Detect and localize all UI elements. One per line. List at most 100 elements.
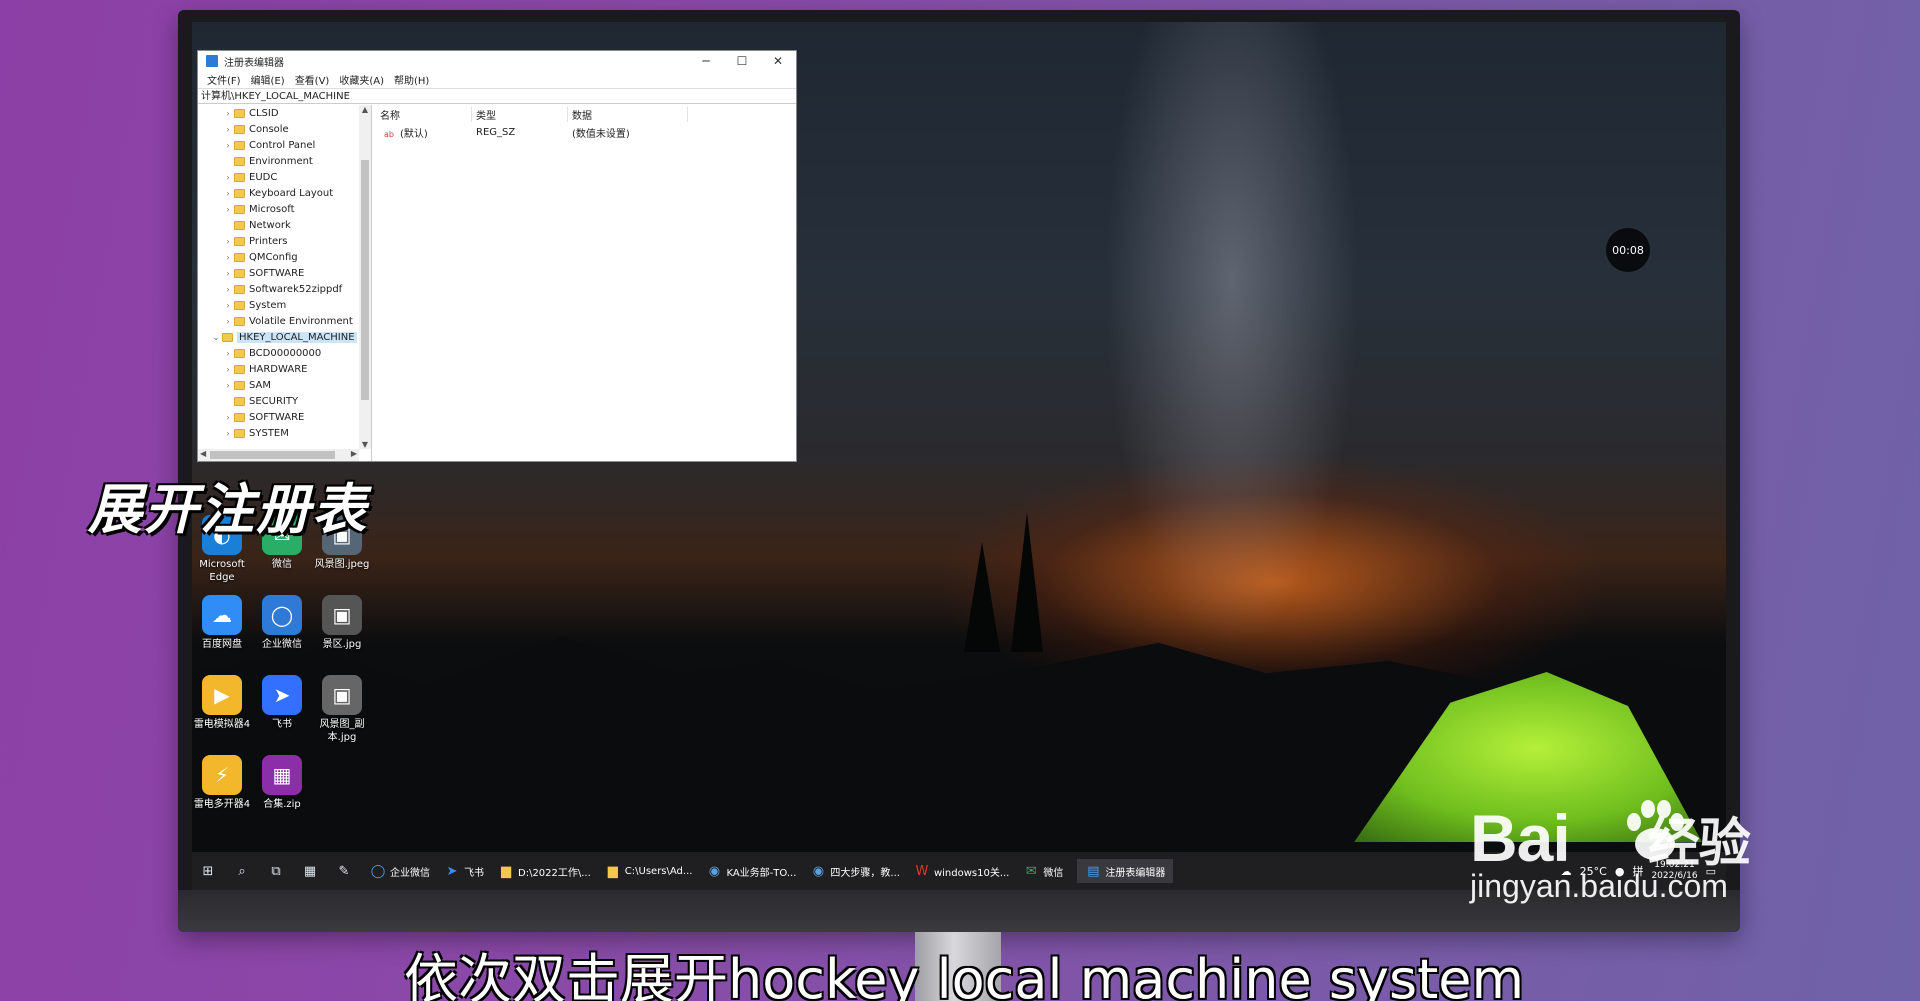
tree-key[interactable]: › SOFTWARE (198, 265, 371, 281)
chevron-right-icon[interactable]: › (222, 285, 234, 294)
taskbar-item[interactable]: ➤ 飞书 (444, 863, 484, 879)
column-name[interactable]: 名称 (376, 106, 472, 122)
folder-icon (234, 348, 245, 358)
chevron-right-icon[interactable]: › (222, 365, 234, 374)
taskbar-item[interactable]: ◉ 四大步骤，教... (810, 863, 900, 879)
column-type[interactable]: 类型 (472, 106, 568, 122)
minimize-button[interactable]: ─ (688, 51, 724, 71)
tree-key[interactable]: › Microsoft (198, 201, 371, 217)
desktop-shortcut[interactable]: ◯ 企业微信 (252, 595, 312, 651)
taskbar-item[interactable]: ◉ KA业务部-TO... (706, 863, 797, 879)
chevron-right-icon[interactable]: › (222, 173, 234, 182)
tree-key-selected[interactable]: ⌄ HKEY_LOCAL_MACHINE (198, 329, 371, 345)
menu-favorites[interactable]: 收藏夹(A) (339, 72, 384, 87)
sogou-browser-icon: ◉ (708, 863, 721, 879)
chevron-right-icon[interactable]: › (222, 429, 234, 438)
key-tree[interactable]: › CLSID › Console › Control Panel Environment ›… (198, 105, 372, 461)
folder-icon (234, 284, 245, 294)
chevron-right-icon[interactable]: › (222, 125, 234, 134)
chevron-right-icon[interactable]: › (222, 141, 234, 150)
taskbar-item[interactable]: ◯ 企业微信 (370, 863, 430, 879)
tree-key[interactable]: › Softwarek52zippdf (198, 281, 371, 297)
chevron-right-icon[interactable]: › (222, 381, 234, 390)
scroll-left-icon[interactable]: ◀ (200, 449, 206, 458)
wecom-icon: ◯ (370, 863, 386, 879)
taskbar-item[interactable]: ✉ 微信 (1023, 863, 1063, 879)
tree-key[interactable]: › Console (198, 121, 371, 137)
taskbar-item[interactable]: ▆ D:\2022工作\... (498, 863, 591, 879)
chevron-right-icon[interactable]: › (222, 189, 234, 198)
watermark-brand: Bai (1470, 801, 1571, 875)
menu-file[interactable]: 文件(F) (207, 72, 241, 87)
step-title: 展开注册表 (88, 478, 368, 541)
tree-key-label: QMConfig (249, 251, 298, 263)
desktop-shortcut[interactable]: ▶ 雷电模拟器4 (192, 675, 252, 731)
tree-horizontal-scrollbar[interactable]: ◀ ▶ (198, 449, 359, 461)
tree-key[interactable]: › System (198, 297, 371, 313)
tree-key[interactable]: › Keyboard Layout (198, 185, 371, 201)
taskbar-item[interactable]: ✎ (336, 863, 356, 879)
desktop-shortcut[interactable]: ▦ 合集.zip (252, 755, 312, 811)
taskbar-item[interactable]: ⌕ (234, 863, 254, 879)
desktop-shortcut[interactable]: ☁ 百度网盘 (192, 595, 252, 651)
tree-key[interactable]: › QMConfig (198, 249, 371, 265)
tree-key[interactable]: › Printers (198, 233, 371, 249)
chevron-right-icon[interactable]: › (222, 253, 234, 262)
scroll-right-icon[interactable]: ▶ (351, 449, 357, 458)
taskbar-item[interactable]: ▆ C:\Users\Ad... (605, 863, 693, 879)
scroll-thumb[interactable] (361, 160, 369, 400)
folder-icon (234, 428, 245, 438)
taskbar-item[interactable]: Wwindows10关... (914, 863, 1010, 879)
value-row[interactable]: ab (默认) REG_SZ (数值未设置) (376, 123, 796, 141)
desktop-shortcut[interactable]: ➤ 飞书 (252, 675, 312, 731)
column-data[interactable]: 数据 (568, 106, 688, 122)
menu-help[interactable]: 帮助(H) (394, 72, 429, 87)
tree-key[interactable]: SECURITY (198, 393, 371, 409)
menu-edit[interactable]: 编辑(E) (251, 72, 285, 87)
chevron-right-icon[interactable]: › (222, 269, 234, 278)
tree-key[interactable]: › BCD00000000 (198, 345, 371, 361)
chevron-right-icon[interactable]: › (222, 109, 234, 118)
tree-vertical-scrollbar[interactable]: ▲ ▼ (359, 105, 371, 449)
value-list[interactable]: 名称 类型 数据 ab (默认) REG_SZ (数值未设置) (372, 105, 796, 461)
chevron-right-icon[interactable]: › (222, 349, 234, 358)
tree-key[interactable]: › SYSTEM (198, 425, 371, 441)
scroll-down-icon[interactable]: ▼ (359, 440, 371, 449)
title-bar[interactable]: 注册表编辑器 ─ ☐ ✕ (198, 51, 796, 71)
desktop-shortcut-label: Microsoft Edge (199, 559, 245, 583)
taskbar-item[interactable]: ▦ (302, 863, 322, 879)
maximize-button[interactable]: ☐ (724, 51, 760, 71)
tree-key[interactable]: Network (198, 217, 371, 233)
menu-view[interactable]: 查看(V) (295, 72, 330, 87)
taskbar-item[interactable]: ⊞ (200, 863, 220, 879)
close-button[interactable]: ✕ (760, 51, 796, 71)
chevron-right-icon[interactable]: › (222, 301, 234, 310)
chevron-right-icon[interactable]: › (222, 413, 234, 422)
taskbar-item[interactable]: ▤ 注册表编辑器 (1077, 859, 1174, 883)
tree-key-label: Environment (249, 155, 313, 167)
tree-key[interactable]: › SOFTWARE (198, 409, 371, 425)
tree-key[interactable]: Environment (198, 153, 371, 169)
address-bar[interactable]: 计算机\HKEY_LOCAL_MACHINE (198, 88, 796, 104)
desktop-shortcut[interactable]: ▣ 风景图_副本.jpg (312, 675, 372, 744)
tree-key[interactable]: › EUDC (198, 169, 371, 185)
tree-key[interactable]: › SAM (198, 377, 371, 393)
scroll-up-icon[interactable]: ▲ (359, 105, 371, 114)
tree-key[interactable]: › CLSID (198, 105, 371, 121)
value-list-header: 名称 类型 数据 (376, 105, 796, 123)
desktop-shortcut[interactable]: ⚡ 雷电多开器4 (192, 755, 252, 811)
tree-key[interactable]: › Control Panel (198, 137, 371, 153)
chevron-right-icon[interactable]: › (222, 205, 234, 214)
tree-key-label: HKEY_LOCAL_MACHINE (237, 331, 357, 343)
taskbar-item[interactable]: ⧉ (268, 863, 288, 879)
desktop-shortcut[interactable]: ▣ 景区.jpg (312, 595, 372, 651)
desktop-shortcut-label: 微信 (272, 559, 292, 570)
chevron-right-icon[interactable]: › (222, 317, 234, 326)
chevron-right-icon[interactable]: › (222, 237, 234, 246)
tree-key[interactable]: › HARDWARE (198, 361, 371, 377)
wallpaper-tree (1011, 512, 1043, 652)
scroll-thumb[interactable] (210, 451, 335, 459)
chevron-down-icon[interactable]: ⌄ (210, 333, 222, 342)
registry-editor-window[interactable]: 注册表编辑器 ─ ☐ ✕ 文件(F) 编辑(E) 查看(V) 收藏夹(A) 帮助… (197, 50, 797, 462)
tree-key[interactable]: › Volatile Environment (198, 313, 371, 329)
